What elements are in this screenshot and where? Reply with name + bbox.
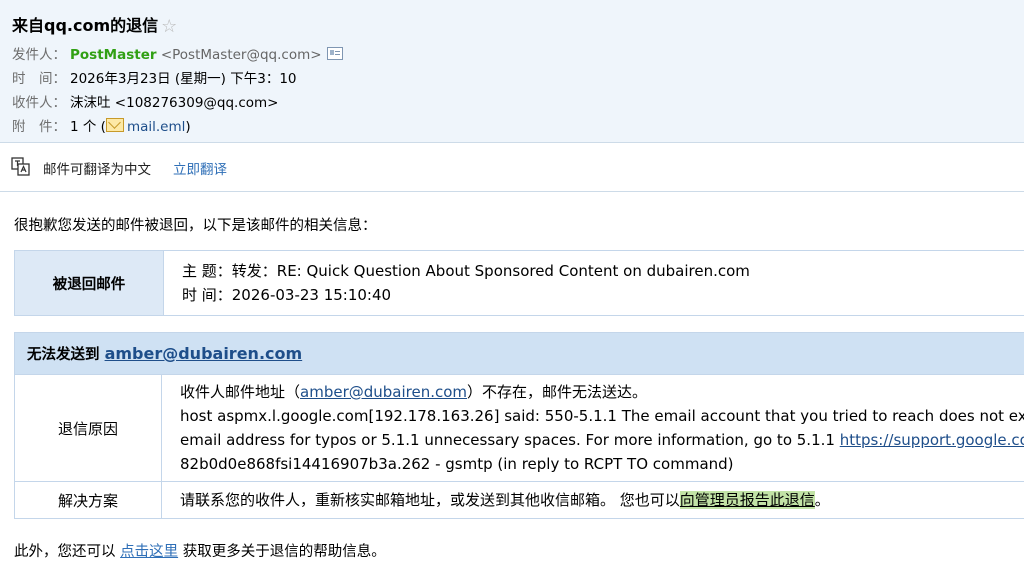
reason-line-1-pre: 收件人邮件地址（ — [180, 383, 300, 401]
bounced-mail-table: 被退回邮件 主 题：转发：RE: Quick Question About Sp… — [14, 250, 1024, 316]
from-row: 发件人：PostMaster <PostMaster@qq.com> — [12, 43, 343, 63]
mail-subject: 来自qq.com的退信☆ — [12, 12, 177, 36]
solution-row: 解决方案 请联系您的收件人，重新核实邮箱地址，或发送到其他收信邮箱。 您也可以向… — [15, 482, 1024, 518]
help-url-link[interactable]: https://support.google.com/mail — [840, 431, 1024, 449]
delivery-failure-box: 无法发送到 amber@dubairen.com 退信原因 收件人邮件地址（am… — [14, 332, 1024, 519]
translate-bar: 邮件可翻译为中文 立即翻译 — [0, 143, 1024, 192]
envelope-icon — [106, 118, 124, 132]
bounced-mail-label: 被退回邮件 — [15, 251, 164, 316]
attachment-label: 附 件： — [12, 115, 70, 135]
translate-now-link[interactable]: 立即翻译 — [173, 158, 227, 178]
attachment-row: 附 件：1 个 ( mail.eml) — [12, 115, 191, 135]
reason-label: 退信原因 — [15, 375, 162, 481]
reason-line-3: email address for typos or 5.1.1 unneces… — [180, 428, 1024, 452]
from-label: 发件人： — [12, 43, 70, 63]
sender-address: <PostMaster@qq.com> — [161, 47, 322, 63]
reason-line-1: 收件人邮件地址（amber@dubairen.com）不存在，邮件无法送达。 — [180, 380, 1024, 404]
attachment-close: ) — [185, 119, 190, 135]
reason-row: 退信原因 收件人邮件地址（amber@dubairen.com）不存在，邮件无法… — [15, 375, 1024, 482]
report-to-admin-link[interactable]: 向管理员报告此退信 — [680, 491, 815, 509]
reason-content: 收件人邮件地址（amber@dubairen.com）不存在，邮件无法送达。 h… — [162, 375, 1024, 481]
reason-line-1-post: ）不存在，邮件无法送达。 — [467, 383, 647, 401]
reason-line-2: host aspmx.l.google.com[192.178.163.26] … — [180, 404, 1024, 428]
to-label: 收件人： — [12, 91, 70, 111]
footer-post: 获取更多关于退信的帮助信息。 — [178, 544, 386, 560]
star-icon[interactable]: ☆ — [161, 16, 177, 37]
translate-text: 邮件可翻译为中文 — [43, 158, 151, 178]
footer-pre: 此外，您还可以 — [14, 544, 120, 560]
translate-icon — [11, 157, 31, 177]
reason-address-link[interactable]: amber@dubairen.com — [300, 383, 467, 401]
cannot-send-label: 无法发送到 — [27, 347, 100, 363]
time-label: 时 间： — [12, 67, 70, 87]
attachment-count: 1 个 ( — [70, 119, 106, 135]
time-value: 2026年3月23日 (星期一) 下午3：10 — [70, 71, 297, 87]
solution-label: 解决方案 — [15, 482, 162, 518]
bounced-time: 时 间：2026-03-23 15:10:40 — [182, 283, 1024, 307]
bounced-mail-info: 主 题：转发：RE: Quick Question About Sponsore… — [164, 251, 1024, 316]
reason-line-4: 82b0d0e868fsi14416907b3a.262 - gsmtp (in… — [180, 452, 1024, 476]
solution-end: 。 — [815, 491, 830, 509]
intro-text: 很抱歉您发送的邮件被退回，以下是该邮件的相关信息： — [14, 214, 377, 235]
subject-text: 来自qq.com的退信 — [12, 16, 158, 35]
click-here-link[interactable]: 点击这里 — [120, 544, 178, 560]
bounced-subject: 主 题：转发：RE: Quick Question About Sponsore… — [182, 259, 1024, 283]
solution-content: 请联系您的收件人，重新核实邮箱地址，或发送到其他收信邮箱。 您也可以向管理员报告… — [162, 482, 1024, 518]
recipient-value: 沫沫吐 <108276309@qq.com> — [70, 95, 278, 111]
to-row: 收件人：沫沫吐 <108276309@qq.com> — [12, 91, 278, 111]
attachment-link[interactable]: mail.eml — [127, 119, 185, 135]
time-row: 时 间：2026年3月23日 (星期一) 下午3：10 — [12, 67, 297, 87]
cannot-send-header: 无法发送到 amber@dubairen.com — [15, 333, 1024, 375]
sender-name[interactable]: PostMaster — [70, 47, 157, 63]
footer-help: 此外，您还可以 点击这里 获取更多关于退信的帮助信息。 — [14, 540, 386, 561]
reason-line-3-pre: email address for typos or 5.1.1 unneces… — [180, 431, 840, 449]
failed-address-link[interactable]: amber@dubairen.com — [105, 344, 303, 363]
solution-text: 请联系您的收件人，重新核实邮箱地址，或发送到其他收信邮箱。 您也可以 — [180, 491, 680, 509]
mail-header: 来自qq.com的退信☆ 发件人：PostMaster <PostMaster@… — [0, 0, 1024, 143]
contact-card-icon[interactable] — [327, 47, 343, 60]
